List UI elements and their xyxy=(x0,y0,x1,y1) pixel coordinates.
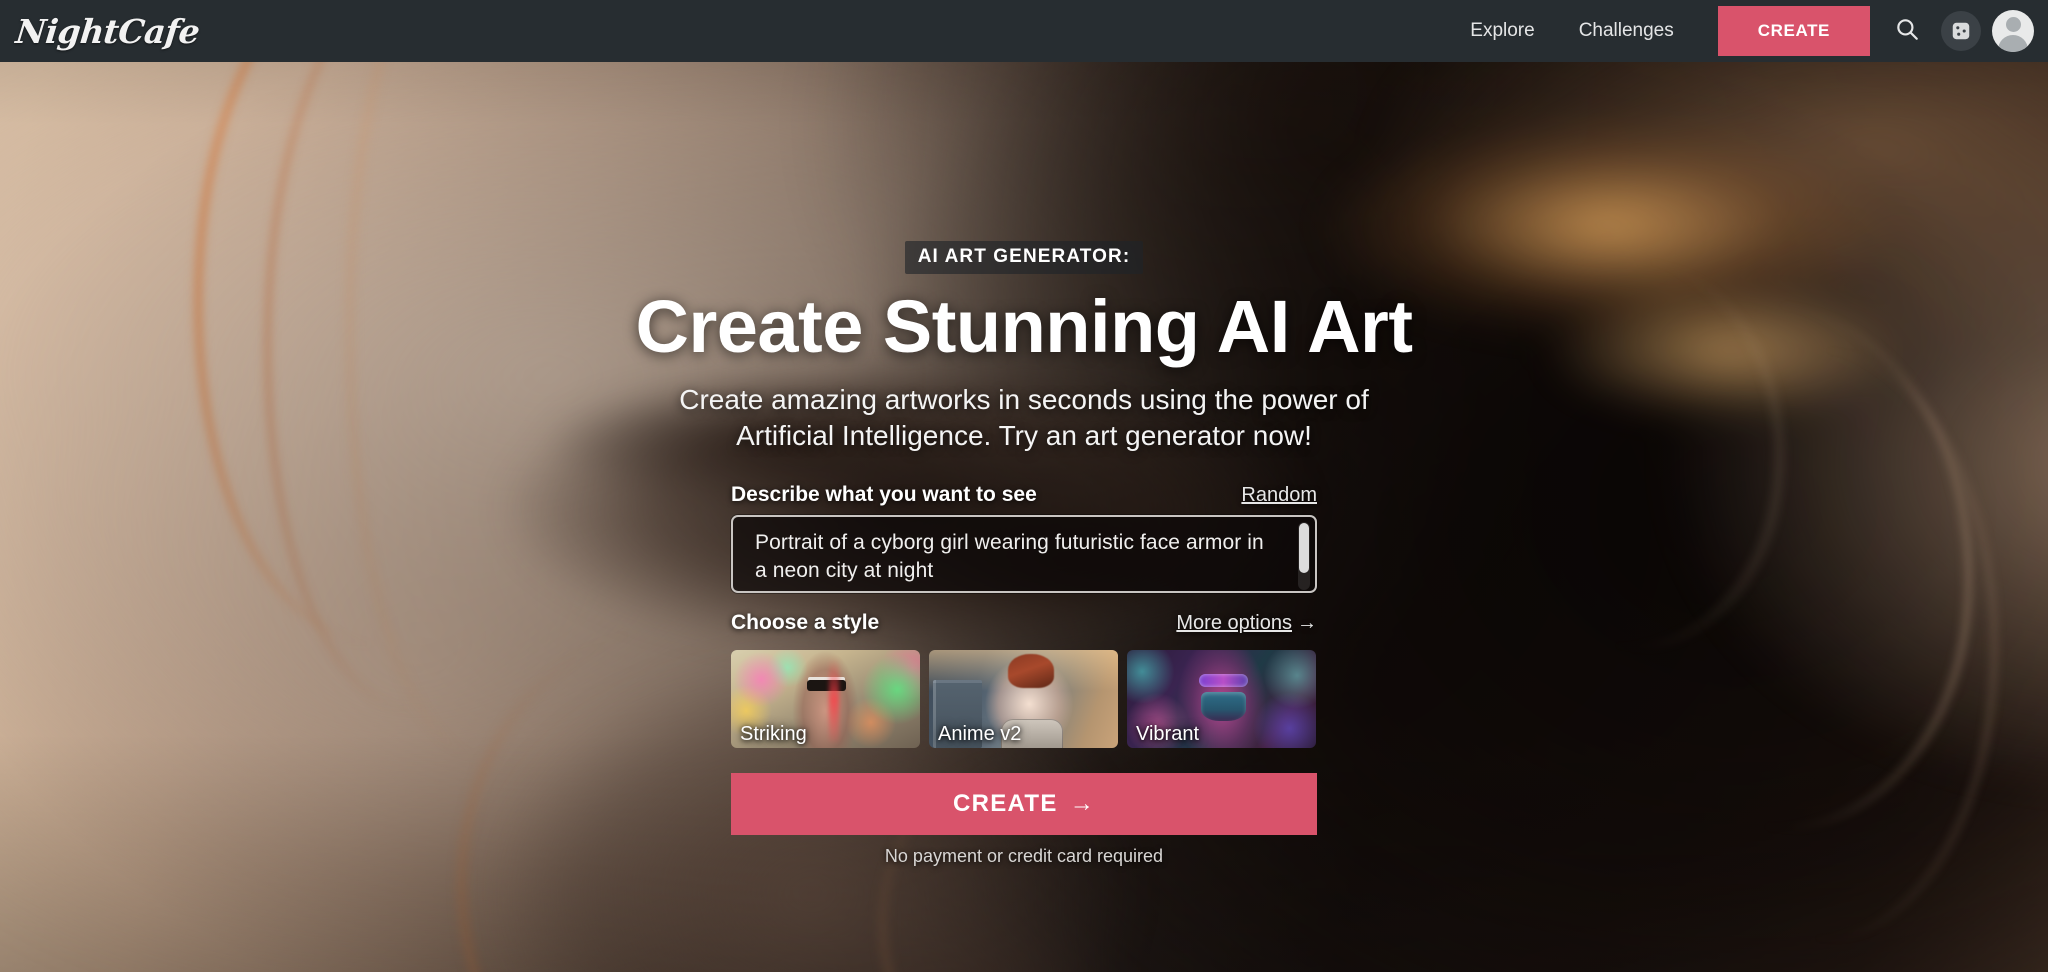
prompt-input-value[interactable]: Portrait of a cyborg girl wearing futuri… xyxy=(755,529,1281,585)
style-option-anime-v2[interactable]: Anime v2 xyxy=(929,650,1118,749)
prompt-field-header: Describe what you want to see Random xyxy=(731,483,1317,507)
eyebrow-badge: AI ART GENERATOR: xyxy=(904,241,1144,274)
nightcafe-logo[interactable]: NightCafe xyxy=(14,12,201,51)
prompt-label: Describe what you want to see xyxy=(731,483,1037,507)
style-option-label: Striking xyxy=(740,723,807,746)
header-create-button[interactable]: CREATE xyxy=(1717,6,1870,56)
prompt-scrollbar[interactable] xyxy=(1298,522,1310,591)
arrow-right-icon: → xyxy=(1069,790,1095,818)
style-option-vibrant[interactable]: Vibrant xyxy=(1127,650,1316,749)
page-title: Create Stunning AI Art xyxy=(635,285,1413,368)
more-options-label: More options xyxy=(1176,612,1292,635)
hero-subtitle-line1: Create amazing artworks in seconds using… xyxy=(679,383,1369,415)
hero-subtitle-line2: Artificial Intelligence. Try an art gene… xyxy=(736,419,1312,451)
style-field-header: Choose a style More options → xyxy=(731,611,1317,635)
create-button[interactable]: CREATE → xyxy=(731,773,1317,836)
nav-link-explore[interactable]: Explore xyxy=(1448,20,1556,42)
search-button[interactable] xyxy=(1884,8,1930,54)
generator-form: Describe what you want to see Random Por… xyxy=(731,483,1317,867)
more-options-link[interactable]: More options → xyxy=(1176,612,1317,635)
create-button-label: CREATE xyxy=(952,790,1058,818)
arrow-right-icon: → xyxy=(1297,612,1317,635)
search-icon xyxy=(1894,16,1920,47)
style-option-striking[interactable]: Striking xyxy=(731,650,920,749)
style-option-label: Anime v2 xyxy=(938,723,1022,746)
header-right-group: Explore Challenges CREATE xyxy=(1448,0,2048,62)
style-label: Choose a style xyxy=(731,611,880,635)
random-prompt-link[interactable]: Random xyxy=(1241,484,1317,507)
nav-link-challenges[interactable]: Challenges xyxy=(1557,20,1696,42)
random-dice-button[interactable] xyxy=(1938,8,1984,54)
hero-subtitle: Create amazing artworks in seconds using… xyxy=(679,382,1368,454)
payment-footnote: No payment or credit card required xyxy=(884,846,1164,867)
top-navigation-bar: NightCafe Explore Challenges CREATE xyxy=(0,0,2048,62)
hero-section: AI ART GENERATOR: Create Stunning AI Art… xyxy=(0,62,2048,972)
dice-icon xyxy=(1941,11,1981,51)
style-options-row: Striking Anime v2 Vibrant xyxy=(731,650,1317,749)
style-option-label: Vibrant xyxy=(1136,723,1200,746)
avatar[interactable] xyxy=(1992,10,2034,52)
prompt-input[interactable]: Portrait of a cyborg girl wearing futuri… xyxy=(731,515,1317,594)
